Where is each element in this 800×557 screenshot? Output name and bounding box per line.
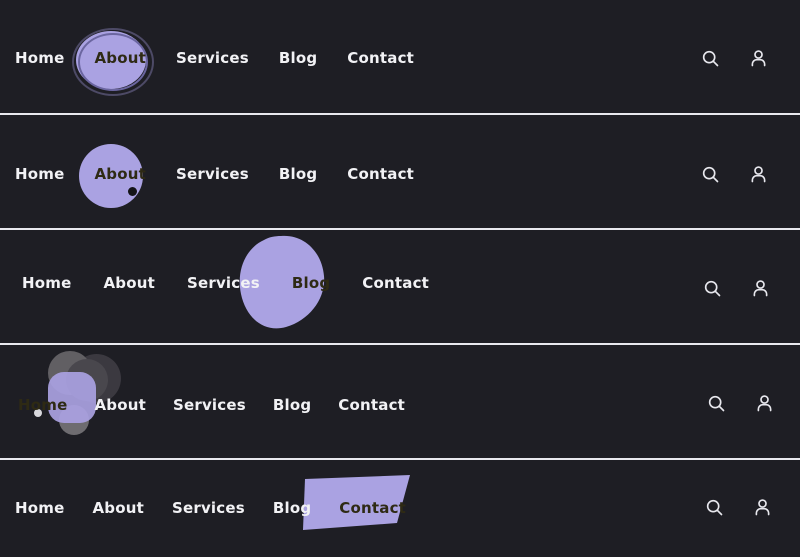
nav-link-about[interactable]: About	[94, 167, 146, 182]
user-account-icon[interactable]	[750, 389, 778, 417]
nav-actions-5	[700, 493, 776, 521]
nav-link-contact[interactable]: Contact	[339, 501, 406, 516]
nav-links-2: Home About Services Blog Contact	[15, 167, 414, 182]
navbar-4: Home About Services Blog Contact	[0, 345, 800, 460]
highlight-cluster-circle-mid	[66, 359, 108, 401]
nav-link-services[interactable]: Services	[172, 501, 245, 516]
navbar-1: Home About Services Blog Contact	[0, 0, 800, 115]
navbar-3: Home About Services Blog Contact	[0, 230, 800, 345]
nav-link-contact[interactable]: Contact	[347, 51, 414, 66]
search-icon[interactable]	[696, 160, 724, 188]
nav-link-services[interactable]: Services	[176, 167, 249, 182]
highlight-accent-dot	[128, 187, 137, 196]
nav-link-about[interactable]: About	[92, 501, 144, 516]
search-icon[interactable]	[702, 389, 730, 417]
user-account-icon[interactable]	[744, 44, 772, 72]
nav-link-blog[interactable]: Blog	[279, 51, 317, 66]
nav-link-blog[interactable]: Blog	[292, 276, 330, 291]
nav-link-home[interactable]: Home	[15, 501, 64, 516]
nav-link-contact[interactable]: Contact	[347, 167, 414, 182]
user-account-icon[interactable]	[746, 274, 774, 302]
navbar-2: Home About Services Blog Contact	[0, 115, 800, 230]
nav-link-home[interactable]: Home	[22, 276, 71, 291]
nav-link-home[interactable]: Home	[18, 398, 67, 413]
nav-link-blog[interactable]: Blog	[279, 167, 317, 182]
nav-actions-2	[696, 160, 772, 188]
nav-link-services[interactable]: Services	[187, 276, 260, 291]
nav-actions-1	[696, 44, 772, 72]
nav-links-1: Home About Services Blog Contact	[15, 51, 414, 66]
user-account-icon[interactable]	[748, 493, 776, 521]
nav-link-blog[interactable]: Blog	[273, 501, 311, 516]
navbar-variants-page: Home About Services Blog Contact Home Ab…	[0, 0, 800, 557]
nav-link-services[interactable]: Services	[176, 51, 249, 66]
nav-actions-4	[702, 389, 778, 417]
nav-link-about[interactable]: About	[94, 51, 146, 66]
nav-link-contact[interactable]: Contact	[338, 398, 405, 413]
search-icon[interactable]	[696, 44, 724, 72]
nav-links-4: Home About Services Blog Contact	[18, 398, 405, 413]
nav-link-blog[interactable]: Blog	[273, 398, 311, 413]
search-icon[interactable]	[698, 274, 726, 302]
nav-link-home[interactable]: Home	[15, 167, 64, 182]
nav-links-3: Home About Services Blog Contact	[22, 276, 429, 291]
user-account-icon[interactable]	[744, 160, 772, 188]
nav-links-5: Home About Services Blog Contact	[15, 501, 406, 516]
nav-link-about[interactable]: About	[94, 398, 146, 413]
nav-link-home[interactable]: Home	[15, 51, 64, 66]
highlight-cluster-circle-top	[48, 351, 92, 395]
navbar-5: Home About Services Blog Contact	[0, 460, 800, 557]
nav-link-contact[interactable]: Contact	[362, 276, 429, 291]
nav-link-about[interactable]: About	[103, 276, 155, 291]
nav-link-services[interactable]: Services	[173, 398, 246, 413]
search-icon[interactable]	[700, 493, 728, 521]
nav-actions-3	[698, 274, 774, 302]
